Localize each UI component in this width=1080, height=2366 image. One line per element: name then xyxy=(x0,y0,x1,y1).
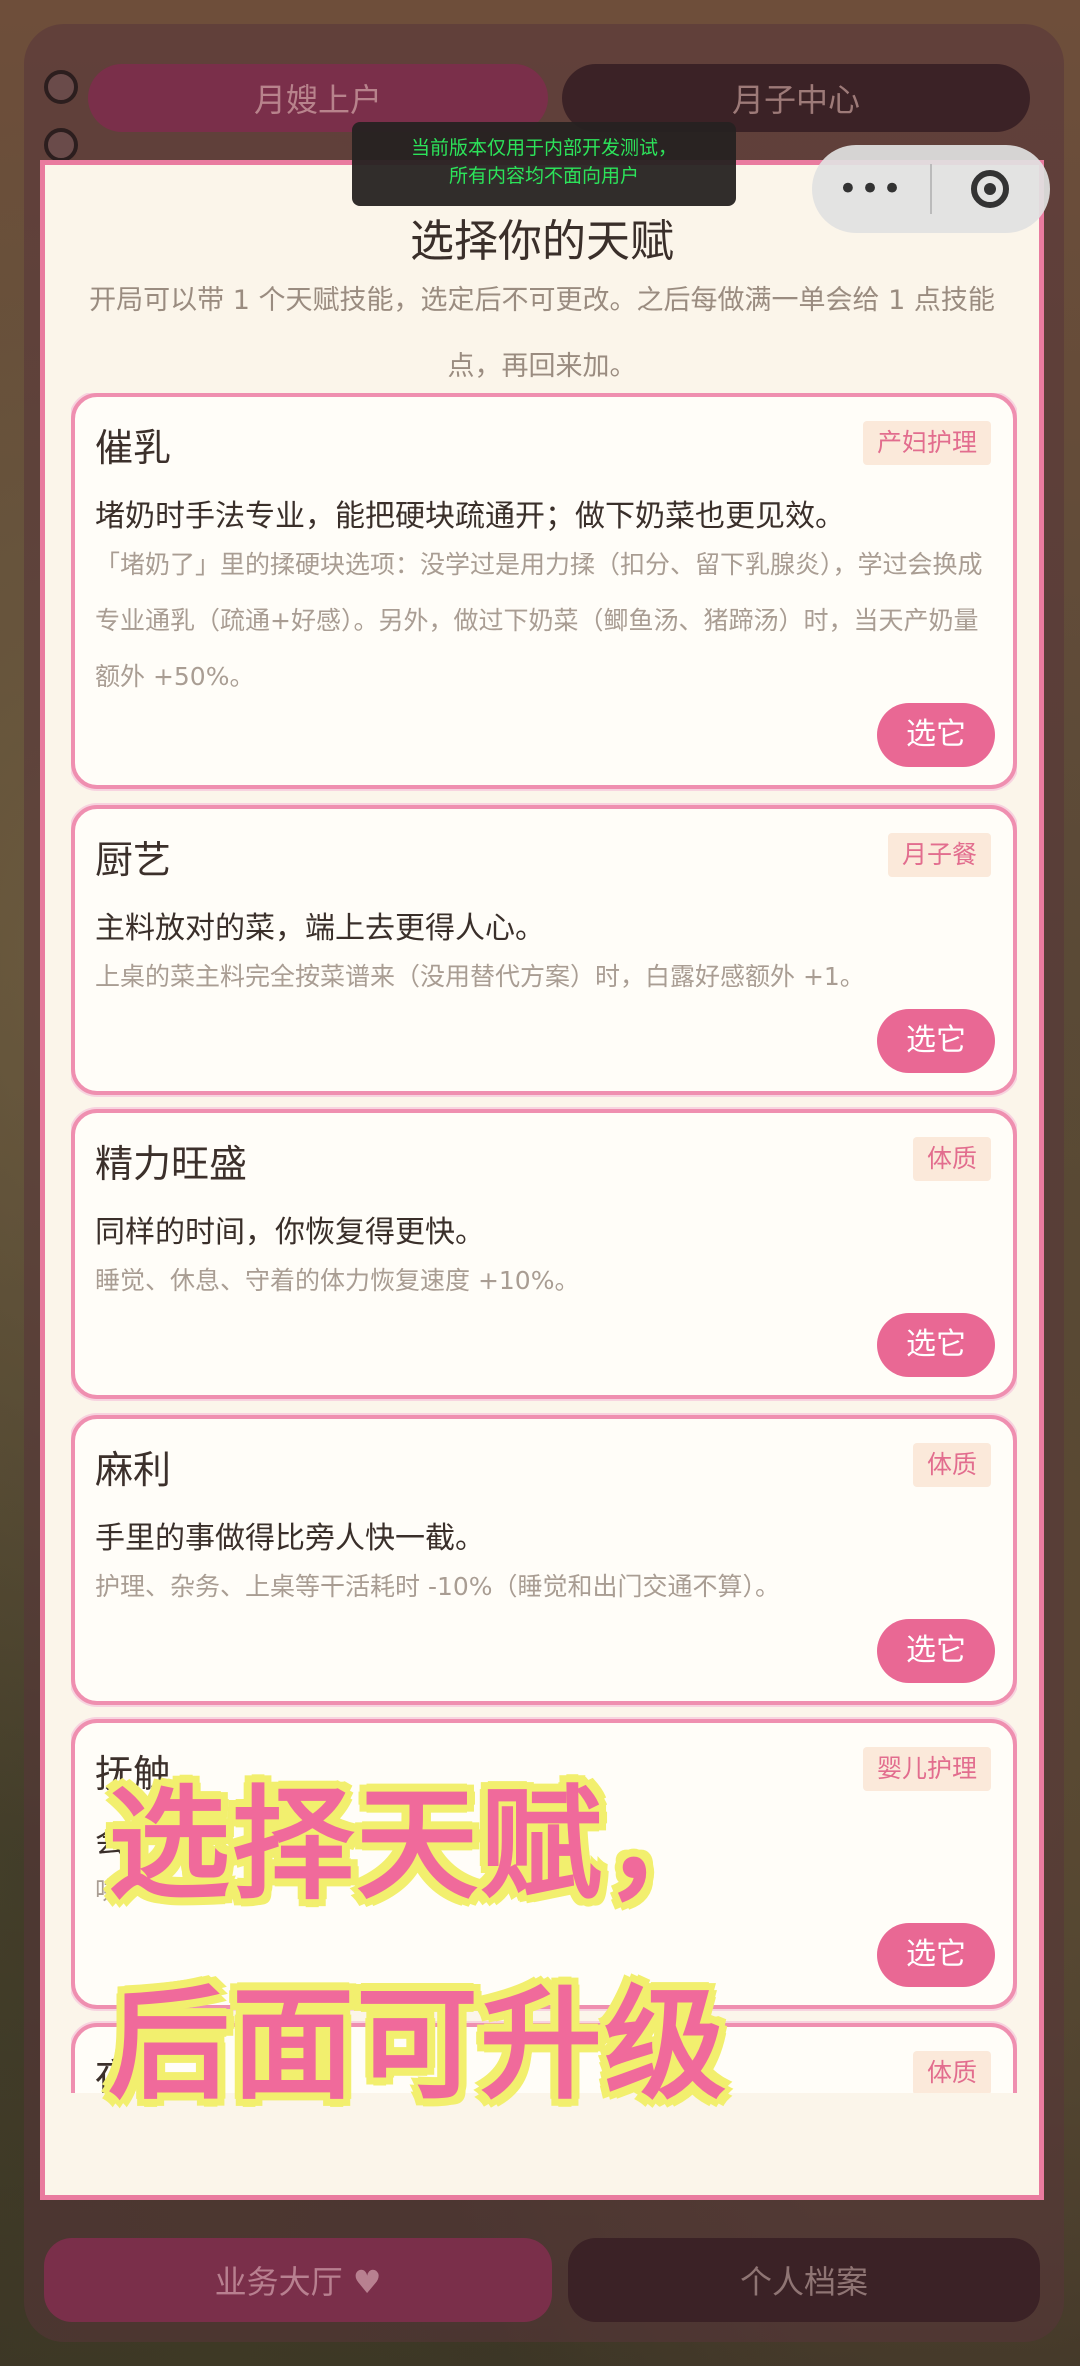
select-talent-button[interactable]: 选它 xyxy=(877,703,995,767)
select-talent-button[interactable]: 选它 xyxy=(877,1313,995,1377)
talent-summary: 同样的时间，你恢复得更快。 xyxy=(95,1215,485,1250)
talent-name: 麻利 xyxy=(95,1448,172,1492)
talent-detail: 上桌的菜主料完全按菜谱来（没用替代方案）时，白露好感额外 +1。 xyxy=(95,962,865,991)
tab-profile[interactable]: 个人档案 xyxy=(568,2238,1040,2322)
talent-name: 催乳 xyxy=(95,426,172,470)
talent-tag: 婴儿护理 xyxy=(862,1747,991,1791)
talent-detail: 「堵奶了」里的揉硬块选项：没学过是用力揉（扣分、留下乳腺炎），学过会换成专业通乳… xyxy=(95,550,983,691)
talent-summary: 堵奶时手法专业，能把硬块疏通开；做下奶菜也更见效。 xyxy=(95,499,845,534)
talent-detail: 睡觉、休息、守着的体力恢复速度 +10%。 xyxy=(95,1266,580,1295)
dialog-subtitle: 开局可以带 1 个天赋技能，选定后不可更改。之后每做满一单会给 1 点技能点，再… xyxy=(89,285,995,382)
caption-line-1: 选择天赋， xyxy=(108,1774,728,1916)
talent-list[interactable]: 催乳 产妇护理 堵奶时手法专业，能把硬块疏通开；做下奶菜也更见效。 「堵奶了」里… xyxy=(71,393,1017,2195)
talent-summary: 手里的事做得比旁人快一截。 xyxy=(95,1521,485,1556)
dev-notice-toast: 当前版本仅用于内部开发测试， 所有内容均不面向用户 xyxy=(352,122,736,206)
select-talent-button[interactable]: 选它 xyxy=(877,1923,995,1987)
frame-dot-bottom xyxy=(44,128,78,162)
talent-tag: 产妇护理 xyxy=(862,421,991,465)
talent-tag: 体质 xyxy=(912,1443,991,1487)
select-talent-button[interactable]: 选它 xyxy=(877,1009,995,1073)
frame-dot-top xyxy=(44,70,78,104)
talent-card: 麻利 体质 手里的事做得比旁人快一截。 护理、杂务、上桌等干活耗时 -10%（睡… xyxy=(71,1415,1017,1705)
more-icon[interactable]: ••• xyxy=(812,145,930,233)
select-talent-button[interactable]: 选它 xyxy=(877,1619,995,1683)
bottom-nav: 业务大厅 ♥ 个人档案 xyxy=(40,2238,1044,2324)
talent-card: 催乳 产妇护理 堵奶时手法专业，能把硬块疏通开；做下奶菜也更见效。 「堵奶了」里… xyxy=(71,393,1017,789)
talent-card: 精力旺盛 体质 同样的时间，你恢复得更快。 睡觉、休息、守着的体力恢复速度 +1… xyxy=(71,1109,1017,1399)
tab-label: 月嫂上户 xyxy=(253,81,382,119)
miniprogram-capsule: ••• xyxy=(812,145,1050,233)
tab-label: 业务大厅 ♥ xyxy=(214,2263,382,2301)
close-button[interactable] xyxy=(932,170,1048,208)
talent-tag: 体质 xyxy=(912,2051,991,2093)
toast-line-2: 所有内容均不面向用户 xyxy=(448,165,639,187)
talent-name: 厨艺 xyxy=(95,838,172,882)
talent-tag: 月子餐 xyxy=(887,833,991,877)
talent-tag: 体质 xyxy=(912,1137,991,1181)
toast-line-1: 当前版本仅用于内部开发测试， xyxy=(410,137,677,159)
talent-summary: 主料放对的菜，端上去更得人心。 xyxy=(95,911,545,946)
tab-label: 月子中心 xyxy=(731,81,860,119)
talent-card: 厨艺 月子餐 主料放对的菜，端上去更得人心。 上桌的菜主料完全按菜谱来（没用替代… xyxy=(71,805,1017,1095)
close-circle-icon xyxy=(971,170,1009,208)
talent-detail: 护理、杂务、上桌等干活耗时 -10%（睡觉和出门交通不算）。 xyxy=(95,1572,781,1601)
tab-label: 个人档案 xyxy=(739,2263,868,2301)
talent-name: 精力旺盛 xyxy=(95,1142,248,1186)
tab-business-hall[interactable]: 业务大厅 ♥ xyxy=(44,2238,552,2322)
caption-line-2: 后面可升级 xyxy=(108,1974,728,2116)
